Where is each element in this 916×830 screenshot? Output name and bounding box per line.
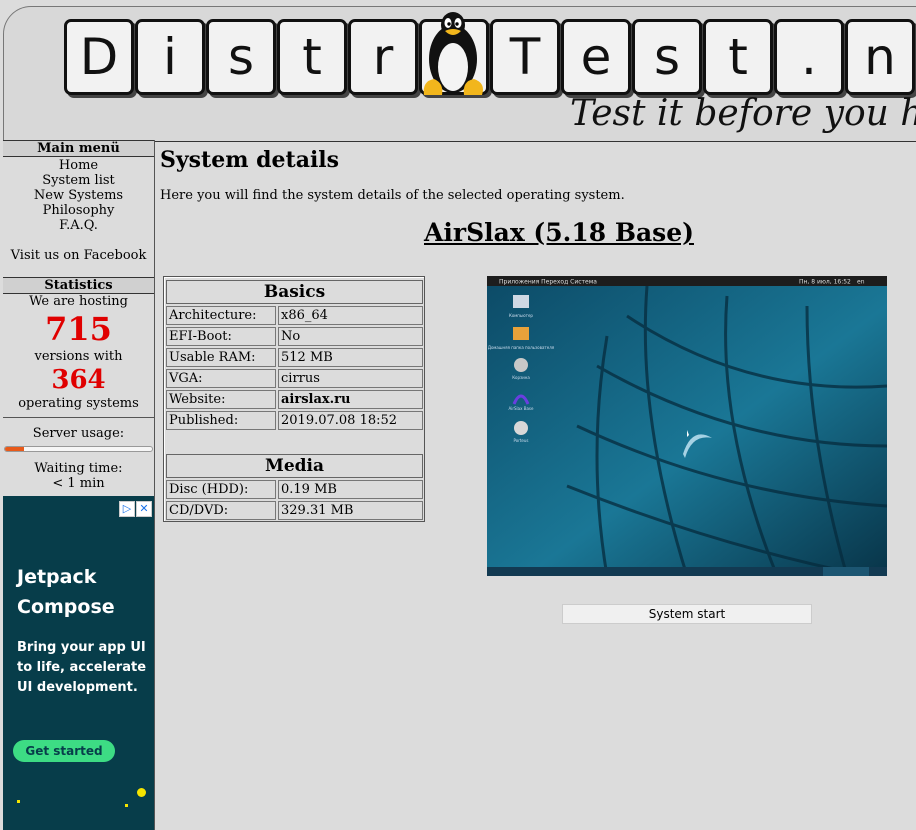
table-row: Published: 2019.07.08 18:52 — [166, 411, 426, 430]
main-menu-heading: Main menü — [3, 140, 154, 157]
logo-letter: . — [774, 19, 844, 95]
row-value: 0.19 MB — [278, 480, 423, 499]
os-count: 364 — [51, 365, 106, 395]
menu-item-faq[interactable]: F.A.Q. — [3, 218, 154, 233]
desktop-icon-label: Компьютер — [509, 313, 533, 318]
row-key: Usable RAM: — [166, 348, 276, 367]
logo-letter: r — [348, 19, 418, 95]
menu-item-home[interactable]: Home — [3, 158, 154, 173]
decor-dot — [125, 804, 128, 807]
row-value: cirrus — [278, 369, 423, 388]
site-header: D i s t r o T e s t . n Test it before y… — [3, 6, 916, 142]
hosting-text: We are hosting — [29, 294, 128, 309]
ad-get-started-button[interactable]: Get started — [13, 740, 115, 762]
screenshot-menu: Приложения Переход Система — [499, 279, 597, 286]
row-value: 2019.07.08 18:52 — [278, 411, 423, 430]
server-usage-box: Server usage: Waiting time: < 1 min — [3, 418, 154, 508]
row-key: Disc (HDD): — [166, 480, 276, 499]
row-value: 329.31 MB — [278, 501, 423, 520]
screenshot-lang: en — [857, 279, 865, 286]
menu-item-new-systems[interactable]: New Systems — [3, 188, 154, 203]
logo-letter: t — [703, 19, 773, 95]
main-menu: Home System list New Systems Philosophy … — [3, 157, 154, 277]
os-text: operating systems — [18, 396, 139, 411]
row-key: CD/DVD: — [166, 501, 276, 520]
advertisement[interactable]: ▷ ✕ Jetpack Compose Bring your app UI to … — [3, 496, 154, 830]
website-link[interactable]: airslax.ru — [278, 390, 423, 409]
row-value: 512 MB — [278, 348, 423, 367]
page-title: System details — [160, 147, 340, 173]
intro-text: Here you will find the system details of… — [160, 188, 625, 203]
logo-letter: s — [206, 19, 276, 95]
row-key: VGA: — [166, 369, 276, 388]
system-start-button[interactable]: System start — [562, 604, 812, 624]
logo-letter: t — [277, 19, 347, 95]
close-icon[interactable]: ✕ — [136, 501, 152, 517]
system-name: AirSlax (5.18 Base) — [424, 218, 694, 247]
statistics-box: We are hosting 715 versions with 364 ope… — [3, 294, 154, 418]
waiting-label: Waiting time: — [34, 461, 123, 476]
table-row: Usable RAM: 512 MB — [166, 348, 426, 367]
tux-penguin-icon — [423, 12, 483, 95]
row-key: Website: — [166, 390, 276, 409]
sidebar: Main menü Home System list New Systems P… — [3, 140, 155, 830]
media-heading: Media — [166, 454, 423, 478]
table-row: EFI-Boot: No — [166, 327, 426, 346]
menu-item-system-list[interactable]: System list — [3, 173, 154, 188]
ad-choices-icon[interactable]: ▷ — [119, 501, 135, 517]
desktop-icon-label: Домашняя папка пользователя — [488, 345, 555, 350]
versions-count: 715 — [45, 310, 112, 348]
screenshot-clock: Пн, 8 июл, 16:52 — [799, 279, 851, 286]
menu-item-philosophy[interactable]: Philosophy — [3, 203, 154, 218]
desktop-icon-label: Porteus — [513, 438, 528, 443]
waiting-value: < 1 min — [52, 476, 105, 491]
logo-letter: i — [135, 19, 205, 95]
ad-title: Jetpack Compose — [17, 566, 115, 618]
decor-dot — [17, 800, 20, 803]
facebook-link[interactable]: Visit us on Facebook — [3, 248, 154, 263]
table-row: CD/DVD: 329.31 MB — [166, 501, 426, 520]
logo-letter: s — [632, 19, 702, 95]
table-row: Architecture: x86_64 — [166, 306, 426, 325]
logo-letter: e — [561, 19, 631, 95]
ad-text: Bring your app UI to life, accelerate UI… — [17, 640, 147, 695]
row-value: x86_64 — [278, 306, 423, 325]
logo-letter: n — [845, 19, 915, 95]
table-row: Website: airslax.ru — [166, 390, 426, 409]
server-usage-bar — [4, 446, 153, 452]
table-row: Disc (HDD): 0.19 MB — [166, 480, 426, 499]
server-usage-label: Server usage: — [32, 426, 125, 441]
versions-text: versions with — [34, 349, 123, 364]
desktop-icon-label: AirSlax Base — [509, 406, 535, 411]
decor-dot — [137, 788, 146, 797]
table-row: VGA: cirrus — [166, 369, 426, 388]
row-key: EFI-Boot: — [166, 327, 276, 346]
row-key: Published: — [166, 411, 276, 430]
server-usage-fill — [5, 447, 25, 451]
logo-letter: T — [490, 19, 560, 95]
row-key: Architecture: — [166, 306, 276, 325]
desktop-icon-label: Корзина — [512, 375, 530, 380]
system-details-table: Basics Architecture: x86_64 EFI-Boot: No… — [163, 276, 425, 522]
basics-heading: Basics — [166, 280, 423, 304]
statistics-heading: Statistics — [3, 277, 154, 294]
logo-letter: D — [64, 19, 134, 95]
site-slogan: Test it before you ha — [570, 93, 916, 134]
row-value: No — [278, 327, 423, 346]
system-screenshot[interactable]: Приложения Переход Система Пн, 8 июл, 16… — [487, 276, 887, 576]
